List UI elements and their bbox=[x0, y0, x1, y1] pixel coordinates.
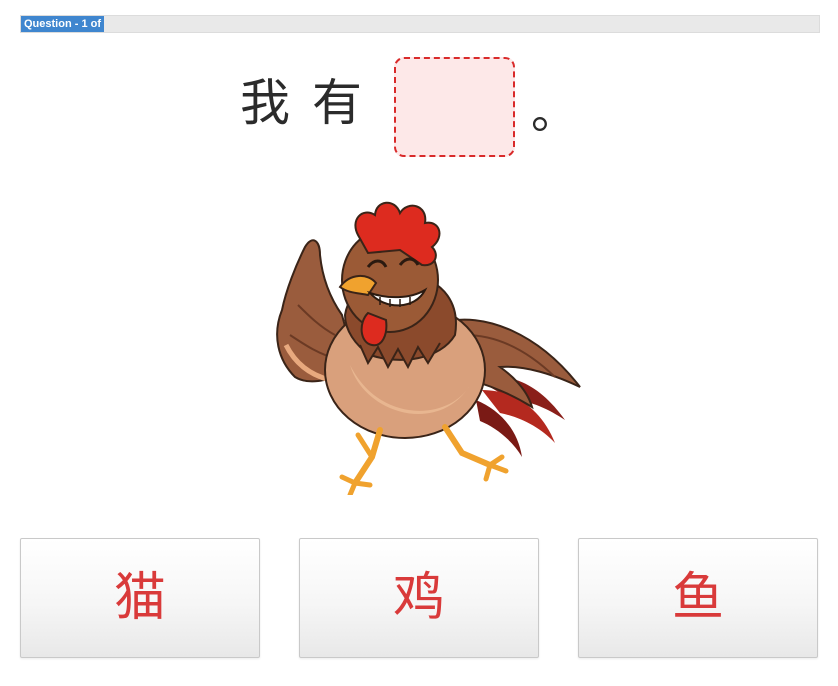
option-label: 鸡 bbox=[392, 568, 445, 628]
option-button-1[interactable]: 猫 bbox=[20, 538, 260, 658]
option-button-2[interactable]: 鸡 bbox=[299, 538, 539, 658]
option-label: 猫 bbox=[113, 568, 166, 628]
answer-options: 猫 鸡 鱼 bbox=[0, 538, 838, 660]
option-button-3[interactable]: 鱼 bbox=[578, 538, 818, 658]
option-label: 鱼 bbox=[671, 568, 724, 628]
progress-bar: Question - 1 of bbox=[20, 15, 820, 33]
sentence-word-1: 我 bbox=[240, 74, 290, 132]
answer-drop-zone[interactable] bbox=[394, 57, 515, 157]
rooster-icon bbox=[276, 201, 581, 498]
sentence-period: 。 bbox=[531, 85, 577, 139]
question-sentence: 我 有 。 bbox=[0, 56, 838, 160]
sentence-word-2: 有 bbox=[312, 74, 362, 132]
question-counter: Question - 1 of bbox=[21, 16, 104, 32]
rooster-illustration bbox=[250, 195, 590, 498]
